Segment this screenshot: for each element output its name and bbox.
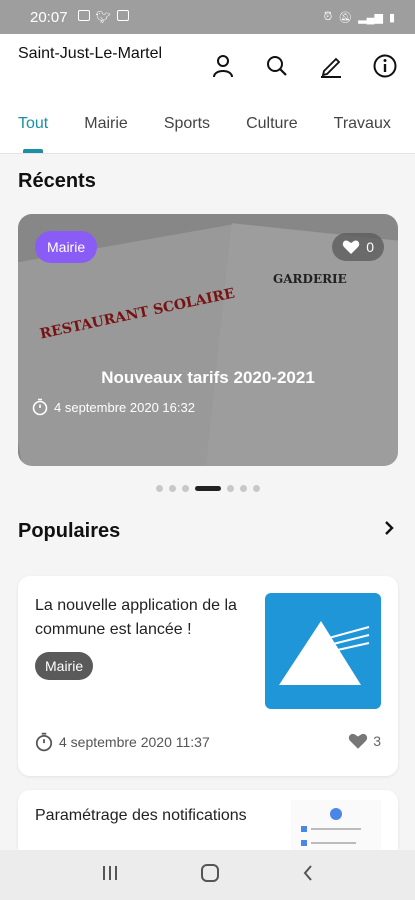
carousel-pager[interactable] — [0, 485, 415, 492]
home-icon[interactable] — [200, 863, 220, 888]
category-badge: Mairie — [35, 652, 94, 680]
status-bar: 20:07 🐦︎ ⏰︎ 🔕︎ ▂▄▆ ▮ — [0, 0, 415, 34]
like-count: 3 — [373, 733, 381, 749]
populaires-title: Populaires — [18, 520, 121, 542]
category-badge: Mairie — [35, 231, 98, 263]
item-title: La nouvelle application de la commune es… — [35, 597, 237, 638]
list-item[interactable]: La nouvelle application de la commune es… — [18, 576, 398, 776]
featured-date: 4 septembre 2020 16:32 — [32, 398, 195, 416]
stopwatch-icon — [32, 398, 48, 416]
featured-card[interactable]: RESTAURANT SCOLAIRE GARDERIE Mairie 0 No… — [18, 214, 398, 466]
like-button[interactable]: 0 — [332, 233, 384, 261]
heart-icon — [349, 733, 368, 749]
signal-icon: ▂▄▆ — [358, 11, 383, 24]
chevron-right-icon[interactable] — [383, 520, 395, 541]
pager-dot — [155, 485, 163, 492]
battery-icon: ▮ — [388, 11, 395, 24]
stopwatch-icon — [35, 732, 53, 752]
tab-tout[interactable]: Tout — [0, 100, 66, 153]
pager-dot — [226, 485, 234, 492]
category-tabs: Tout Mairie Sports Culture Travaux — [0, 100, 415, 154]
info-icon[interactable] — [369, 50, 401, 82]
mute-icon: 🔕︎ — [338, 11, 353, 24]
recents-title: Récents — [18, 170, 96, 192]
tab-travaux[interactable]: Travaux — [316, 100, 409, 153]
item-thumbnail — [265, 593, 381, 709]
pager-dot-active — [194, 486, 221, 491]
pager-dot — [181, 485, 189, 492]
profile-icon[interactable] — [207, 50, 239, 82]
app-header: Saint-Just-Le-Martel — [0, 34, 415, 100]
search-icon[interactable] — [261, 50, 293, 82]
app-title: Saint-Just-Le-Martel — [18, 45, 163, 62]
tab-mairie[interactable]: Mairie — [66, 100, 146, 153]
featured-headline: Nouveaux tarifs 2020-2021 — [101, 368, 315, 387]
twitter-icon: 🐦︎ — [95, 10, 111, 24]
like-count: 0 — [366, 239, 374, 255]
system-nav-bar — [0, 850, 415, 900]
check-icon — [116, 10, 129, 24]
like-button[interactable]: 3 — [348, 732, 381, 750]
item-date: 4 septembre 2020 11:37 — [35, 732, 210, 752]
alarm-icon: ⏰︎ — [323, 10, 333, 23]
recent-apps-icon[interactable] — [100, 864, 120, 887]
heart-icon — [342, 240, 360, 254]
tab-sports[interactable]: Sports — [146, 100, 228, 153]
back-icon[interactable] — [301, 863, 315, 888]
pager-dot — [239, 485, 247, 492]
image-icon — [77, 10, 90, 24]
tab-culture[interactable]: Culture — [228, 100, 316, 153]
pager-dot — [252, 485, 260, 492]
status-time: 20:07 — [30, 8, 68, 26]
edit-icon[interactable] — [315, 50, 347, 82]
pager-dot — [168, 485, 176, 492]
item-title: Paramétrage des notifications — [35, 807, 247, 824]
